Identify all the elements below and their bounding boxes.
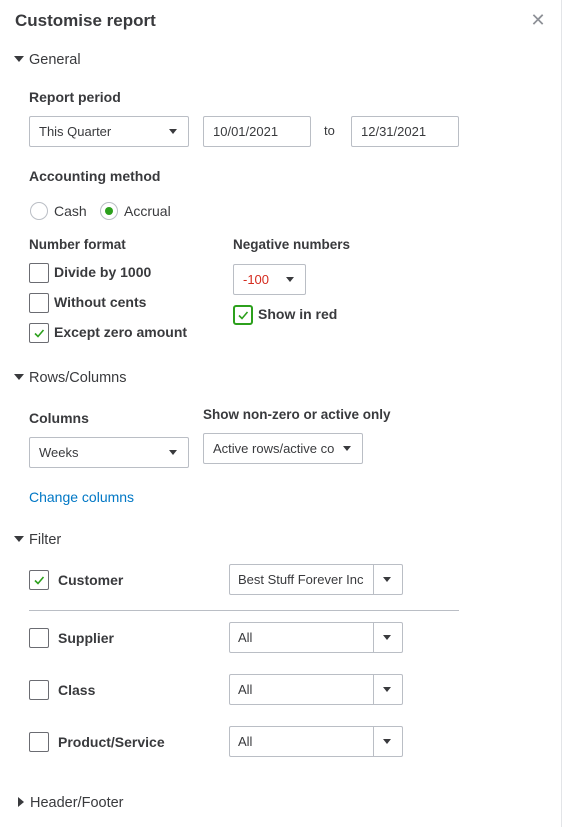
negative-numbers-value: -100 (243, 272, 270, 287)
filter-supplier-value: All (238, 630, 253, 645)
chevron-down-icon (169, 129, 177, 134)
divide-by-1000-label[interactable]: Divide by 1000 (54, 263, 151, 281)
combo-divider (373, 727, 374, 756)
chevron-down-icon[interactable] (383, 687, 391, 692)
without-cents-label[interactable]: Without cents (54, 293, 146, 311)
checkbox-divide-by-1000[interactable] (29, 263, 49, 283)
filter-product-service-combo[interactable]: All (229, 726, 403, 757)
chevron-down-icon[interactable] (383, 635, 391, 640)
chevron-down-icon[interactable] (383, 577, 391, 582)
filter-class-value: All (238, 682, 253, 697)
change-columns-link[interactable]: Change columns (29, 488, 134, 506)
checkbox-class[interactable] (29, 680, 49, 700)
checkmark-icon (34, 329, 45, 338)
filter-product-service-value: All (238, 734, 253, 749)
columns-label: Columns (29, 410, 89, 426)
start-date-input[interactable]: 10/01/2021 (203, 116, 311, 147)
triangle-down-icon (14, 536, 24, 542)
report-period-label: Report period (29, 89, 121, 105)
section-rows-columns-label: Rows/Columns (29, 370, 127, 386)
radio-accrual-label[interactable]: Accrual (124, 202, 171, 220)
section-rows-columns-toggle[interactable]: Rows/Columns (14, 369, 127, 387)
checkbox-except-zero-amount[interactable] (29, 323, 49, 343)
section-header-footer-toggle[interactable]: Header/Footer (18, 794, 124, 812)
chevron-down-icon[interactable] (383, 739, 391, 744)
show-in-red-label[interactable]: Show in red (258, 305, 337, 323)
triangle-right-icon (18, 797, 24, 807)
section-general-label: General (29, 52, 81, 68)
section-general-toggle[interactable]: General (14, 51, 81, 69)
chevron-down-icon (343, 446, 351, 451)
triangle-down-icon (14, 374, 24, 380)
chevron-down-icon (169, 450, 177, 455)
combo-divider (373, 565, 374, 594)
number-format-label: Number format (29, 237, 126, 252)
filter-supplier-label[interactable]: Supplier (58, 629, 114, 647)
accounting-method-label: Accounting method (29, 168, 161, 184)
checkbox-without-cents[interactable] (29, 293, 49, 313)
end-date-input[interactable]: 12/31/2021 (351, 116, 459, 147)
filter-supplier-combo[interactable]: All (229, 622, 403, 653)
panel-title: Customise report (15, 11, 156, 30)
negative-numbers-select[interactable]: -100 (233, 264, 306, 295)
radio-cash-label[interactable]: Cash (54, 202, 87, 220)
negative-numbers-label: Negative numbers (233, 237, 351, 252)
filter-class-combo[interactable]: All (229, 674, 403, 705)
radio-accrual[interactable] (100, 202, 118, 220)
customise-report-panel: Customise report ✕ General Report period… (0, 0, 562, 827)
report-period-value: This Quarter (39, 124, 112, 139)
section-header-footer-label: Header/Footer (30, 795, 124, 811)
checkmark-icon (238, 311, 249, 320)
checkbox-product-service[interactable] (29, 732, 49, 752)
report-period-select[interactable]: This Quarter (29, 116, 189, 147)
columns-value: Weeks (39, 445, 79, 460)
chevron-down-icon (286, 277, 294, 282)
filter-customer-label[interactable]: Customer (58, 571, 123, 589)
filter-class-label[interactable]: Class (58, 681, 95, 699)
radio-cash[interactable] (30, 202, 48, 220)
filter-customer-value: Best Stuff Forever Inc (238, 572, 364, 587)
show-non-zero-value: Active rows/active co (213, 441, 335, 456)
section-filter-label: Filter (29, 532, 62, 548)
show-non-zero-select[interactable]: Active rows/active co (203, 433, 363, 464)
close-icon[interactable]: ✕ (529, 10, 547, 30)
show-non-zero-label: Show non-zero or active only (203, 407, 391, 422)
checkbox-customer[interactable] (29, 570, 49, 590)
date-range-to-label: to (324, 123, 335, 138)
checkbox-show-in-red[interactable] (233, 305, 253, 325)
section-filter-toggle[interactable]: Filter (14, 531, 61, 549)
combo-divider (373, 675, 374, 704)
checkmark-icon (34, 576, 45, 585)
checkbox-supplier[interactable] (29, 628, 49, 648)
combo-divider (373, 623, 374, 652)
filter-product-service-label[interactable]: Product/Service (58, 733, 165, 751)
triangle-down-icon (14, 56, 24, 62)
filter-customer-combo[interactable]: Best Stuff Forever Inc (229, 564, 403, 595)
except-zero-amount-label[interactable]: Except zero amount (54, 323, 187, 341)
filter-divider (29, 610, 459, 611)
columns-select[interactable]: Weeks (29, 437, 189, 468)
